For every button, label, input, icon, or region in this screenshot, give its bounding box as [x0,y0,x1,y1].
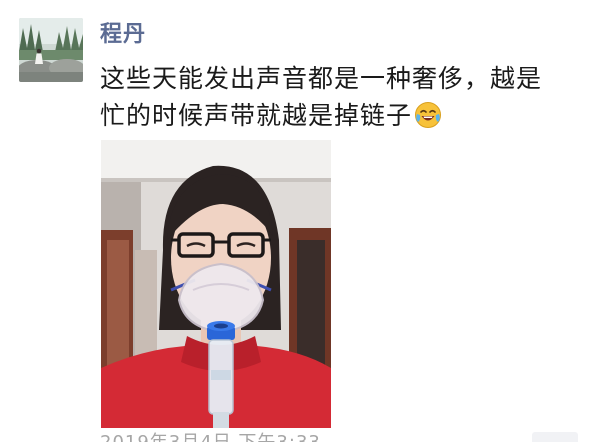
moments-post: 程丹 这些天能发出声音都是一种奢侈，越是 忙的时候声带就越是掉链子 [0,0,600,442]
post-photo[interactable] [101,140,331,428]
comment-more-button[interactable] [532,432,578,442]
avatar-image [19,18,83,82]
post-timestamp: 2019年3月4日 下午3:33 [100,432,321,442]
post-text-line-1: 这些天能发出声音都是一种奢侈，越是 [100,64,543,93]
laughing-crying-emoji-icon [414,101,442,129]
username[interactable]: 程丹 [100,20,146,50]
user-avatar[interactable] [19,18,83,82]
photo-image [101,140,331,428]
post-text-line-2: 忙的时候声带就越是掉链子 [100,97,580,134]
post-text: 这些天能发出声音都是一种奢侈，越是 忙的时候声带就越是掉链子 [100,60,580,134]
post-text-line-2-text: 忙的时候声带就越是掉链子 [100,101,413,130]
